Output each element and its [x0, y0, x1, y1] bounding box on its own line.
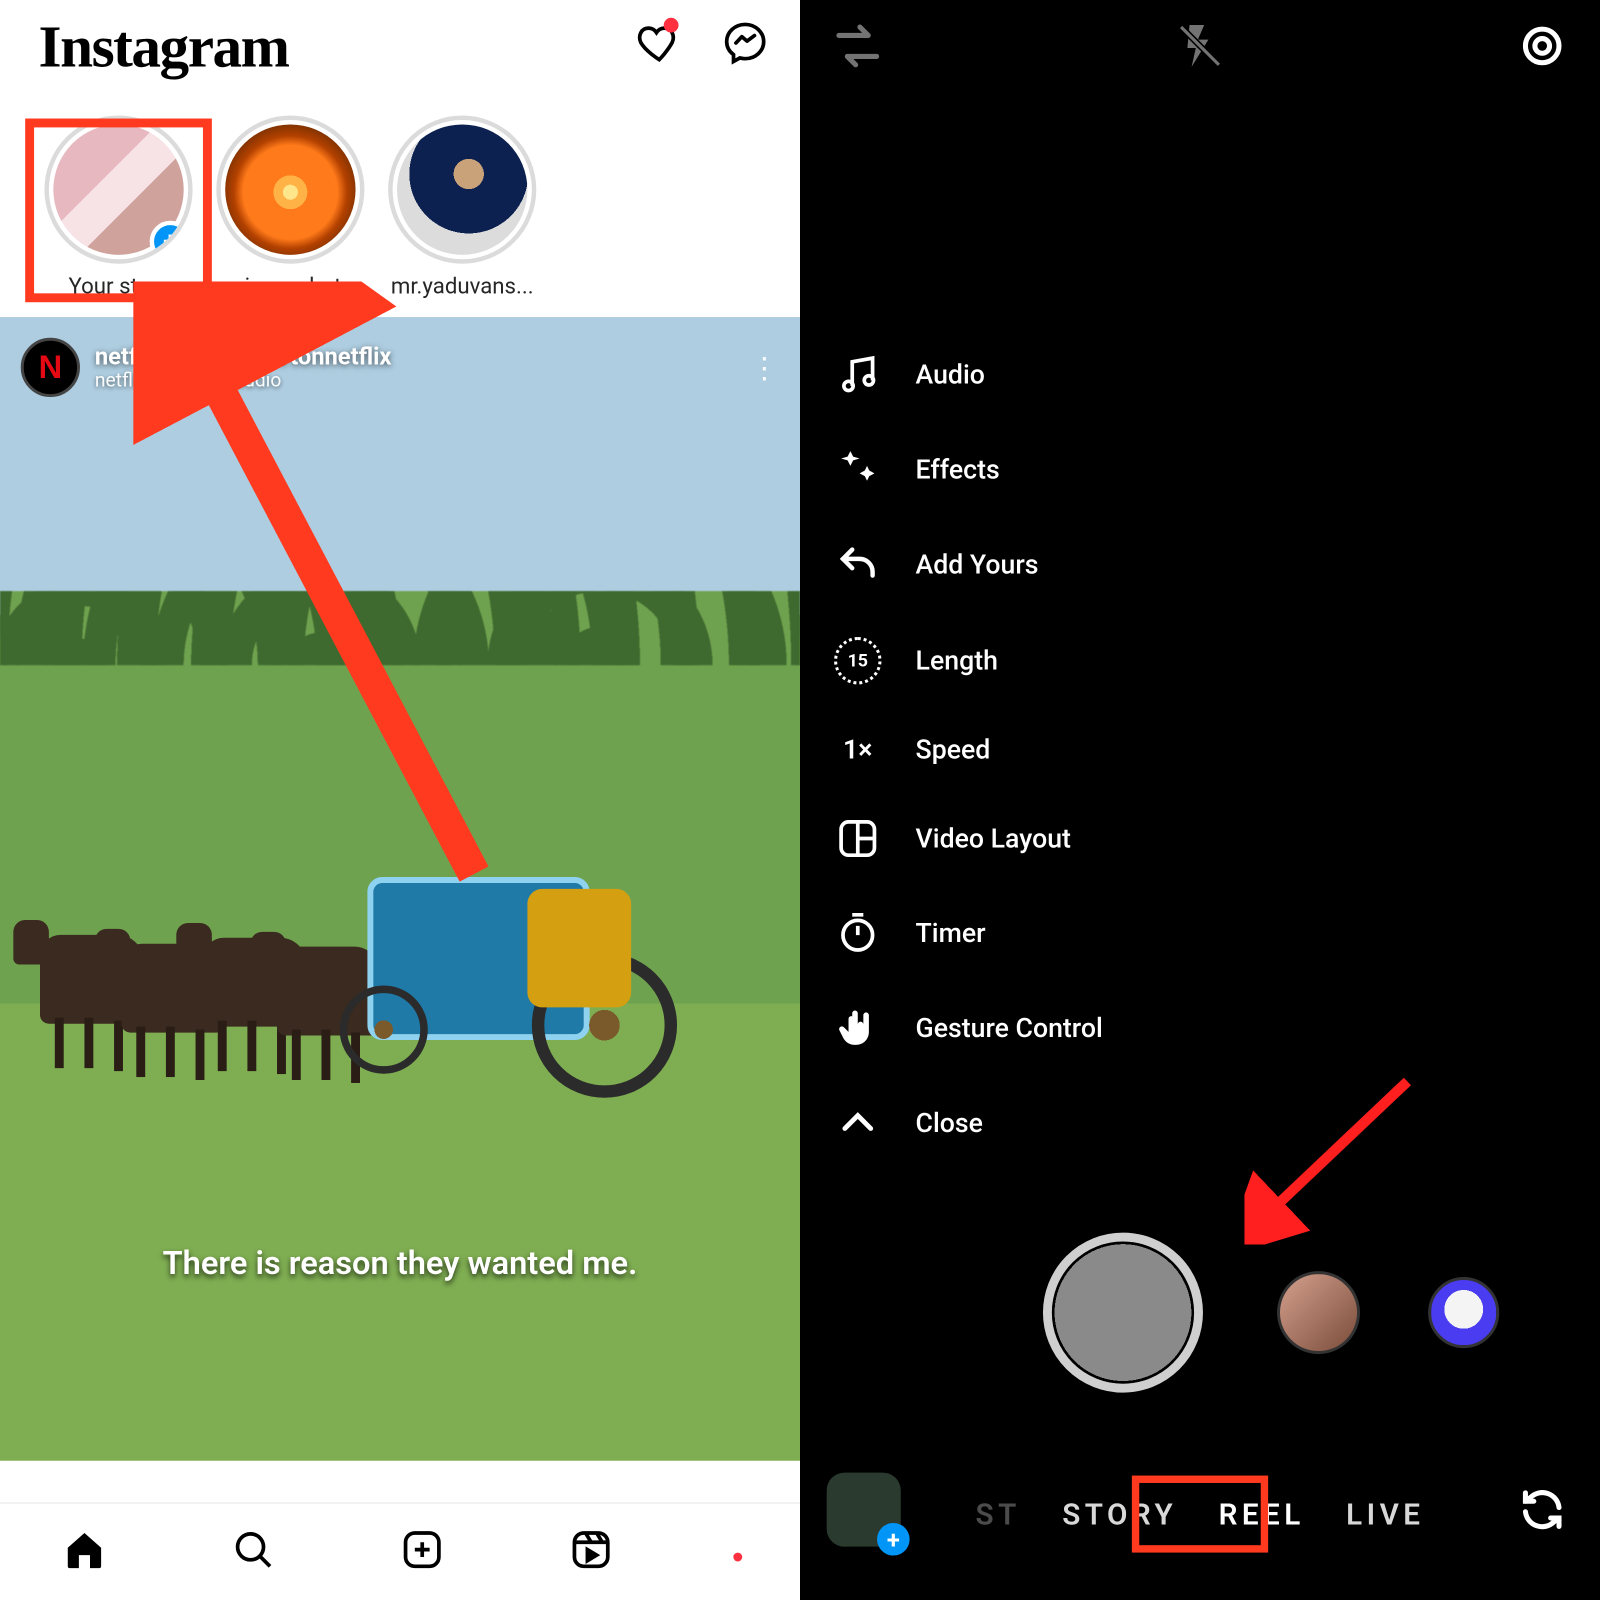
post-media[interactable]: There is reason they wanted me. — [0, 317, 800, 1461]
layout-grid-icon — [833, 816, 883, 860]
nav-search-icon[interactable] — [231, 1527, 275, 1577]
nav-create-icon[interactable] — [400, 1527, 444, 1577]
reel-camera-screen: Audio Effects Add Yours 15 Length 1× Spe… — [800, 0, 1600, 1600]
tool-timer[interactable]: Timer — [833, 911, 1103, 955]
mode-story[interactable]: STORY — [1062, 1496, 1177, 1532]
flash-off-icon[interactable] — [1175, 21, 1225, 77]
post-more-icon[interactable]: ⋮ — [750, 350, 780, 386]
effect-thumbnail[interactable] — [1277, 1271, 1360, 1354]
sparkle-icon — [833, 447, 883, 491]
tool-close[interactable]: Close — [833, 1101, 1103, 1145]
story-item[interactable]: mr.yaduvans... — [385, 116, 539, 300]
length-icon: 15 — [833, 637, 883, 684]
effect-thumbnail[interactable] — [1428, 1277, 1499, 1348]
activity-notification-dot — [664, 18, 679, 33]
tool-gesture-label: Gesture Control — [916, 1013, 1103, 1044]
messenger-icon[interactable] — [723, 21, 767, 71]
tool-video-layout[interactable]: Video Layout — [833, 816, 1103, 860]
tool-gesture[interactable]: Gesture Control — [833, 1006, 1103, 1050]
tool-effects-label: Effects — [916, 454, 1000, 485]
chevron-up-icon — [833, 1101, 883, 1145]
story-avatar — [225, 124, 355, 254]
post-author-avatar[interactable]: N — [21, 338, 80, 397]
speed-icon: 1× — [833, 735, 883, 766]
feed-header: Instagram — [0, 0, 800, 92]
stopwatch-icon — [833, 911, 883, 955]
hand-icon — [833, 1006, 883, 1050]
post-author-name[interactable]: netflix and bridgertonnetflix — [95, 342, 392, 370]
tool-add-yours[interactable]: Add Yours — [833, 542, 1103, 586]
instagram-feed-screen: Instagram + Your story ssiaga_ph — [0, 0, 800, 1600]
post-header[interactable]: N netflix and bridgertonnetflix netflix … — [0, 329, 800, 406]
camera-tools-panel: Audio Effects Add Yours 15 Length 1× Spe… — [833, 353, 1103, 1146]
tool-speed[interactable]: 1× Speed — [833, 735, 1103, 766]
add-story-plus-icon[interactable]: + — [150, 221, 191, 262]
tool-audio-label: Audio — [916, 359, 985, 390]
nav-reels-icon[interactable] — [569, 1527, 613, 1577]
stories-tray[interactable]: + Your story ssiaga_phot... mr.yaduvans.… — [0, 92, 800, 308]
activity-heart-icon[interactable] — [637, 21, 681, 71]
post-caption-overlay: There is reason they wanted me. — [0, 1246, 800, 1283]
reply-arrow-icon — [833, 542, 883, 586]
music-note-icon — [833, 353, 883, 397]
instagram-logo[interactable]: Instagram — [39, 11, 289, 81]
mode-live[interactable]: LIVE — [1346, 1496, 1424, 1532]
tool-length[interactable]: 15 Length — [833, 637, 1103, 684]
story-username: ssiaga_phot... — [213, 273, 367, 300]
feed-post[interactable]: There is reason they wanted me. N netfli… — [0, 317, 800, 1461]
annotation-arrow-to-shutter — [1244, 1067, 1422, 1245]
story-avatar — [397, 124, 527, 254]
camera-mode-selector[interactable]: ST STORY REEL LIVE — [800, 1496, 1600, 1532]
post-audio-label[interactable]: netflix • Original audio — [95, 370, 392, 392]
tool-audio[interactable]: Audio — [833, 353, 1103, 397]
mode-reel[interactable]: REEL — [1219, 1496, 1305, 1532]
mode-post-partial[interactable]: ST — [976, 1496, 1021, 1532]
tool-length-label: Length — [916, 645, 998, 676]
tool-add-yours-label: Add Yours — [916, 549, 1039, 580]
settings-gear-icon[interactable] — [1517, 21, 1567, 77]
shutter-row — [800, 1233, 1600, 1393]
your-story[interactable]: + Your story — [41, 116, 195, 300]
bottom-nav — [0, 1502, 800, 1600]
tool-close-label: Close — [916, 1107, 983, 1138]
shutter-button[interactable] — [1043, 1233, 1203, 1393]
tool-layout-label: Video Layout — [916, 823, 1071, 854]
tool-effects[interactable]: Effects — [833, 447, 1103, 491]
your-story-label: Your story — [41, 273, 195, 300]
story-username: mr.yaduvans... — [385, 273, 539, 300]
switch-camera-icon[interactable] — [1517, 1484, 1567, 1540]
nav-home-icon[interactable] — [62, 1527, 106, 1577]
tool-timer-label: Timer — [916, 918, 986, 949]
close-camera-icon[interactable] — [833, 21, 883, 77]
story-item[interactable]: ssiaga_phot... — [213, 116, 367, 300]
tool-speed-label: Speed — [916, 735, 991, 766]
